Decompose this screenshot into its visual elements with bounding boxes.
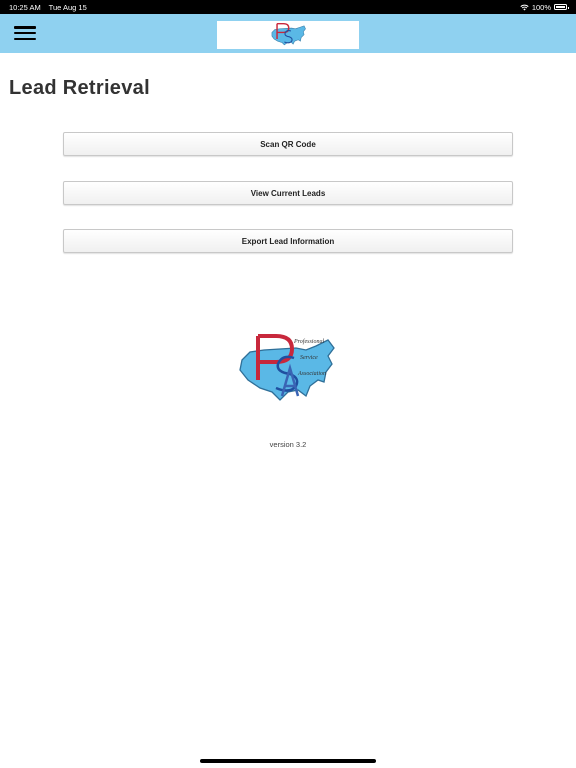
status-left: 10:25 AM Tue Aug 15 [9, 3, 93, 12]
logo-word-professional: Professional [293, 338, 324, 345]
battery-percent: 100% [531, 2, 551, 12]
menu-line [14, 26, 36, 29]
view-current-leads-button[interactable]: View Current Leads [63, 181, 513, 205]
menu-line [14, 31, 36, 35]
export-lead-information-button[interactable]: Export Lead Information [63, 229, 513, 253]
page-title: Lead Retrieval [9, 77, 150, 99]
home-indicator[interactable] [200, 759, 376, 763]
logo-word-association: Association [297, 371, 326, 377]
logo-word-service: Service [300, 355, 318, 361]
hamburger-menu-icon[interactable] [14, 24, 36, 42]
status-time: 10:25 AM [9, 2, 41, 12]
header-logo [217, 21, 359, 49]
scan-qr-code-button[interactable]: Scan QR Code [63, 132, 513, 156]
battery-icon [554, 4, 569, 10]
status-bar: 10:25 AM Tue Aug 15 100% [0, 0, 576, 14]
psa-logo-small [271, 22, 306, 46]
version-label: version 3.2 [269, 440, 307, 449]
status-date: Tue Aug 15 [48, 2, 87, 12]
status-right: 100% [520, 2, 569, 12]
wifi-icon [520, 4, 529, 10]
menu-line [14, 37, 36, 40]
nav-bar [0, 14, 576, 53]
psa-logo: Professional Service Association [239, 334, 335, 401]
